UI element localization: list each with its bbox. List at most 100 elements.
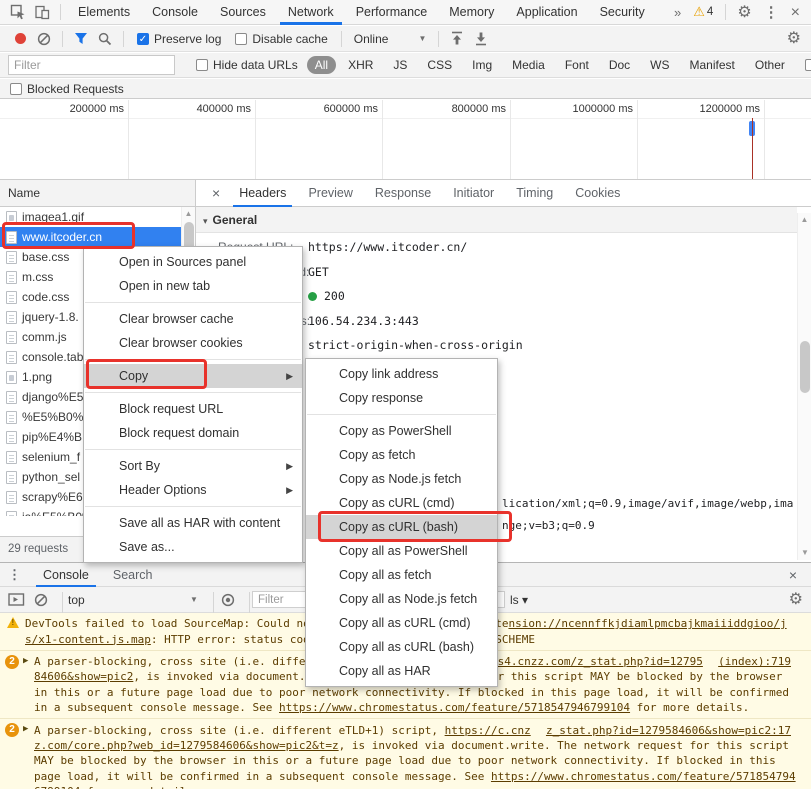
- general-section-header[interactable]: ▾General: [196, 207, 797, 233]
- details-tab-response[interactable]: Response: [364, 180, 442, 207]
- tab-elements[interactable]: Elements: [67, 0, 141, 25]
- tab-memory[interactable]: Memory: [438, 0, 505, 25]
- submenu-item-copy-all-as-fetch[interactable]: Copy all as fetch: [306, 563, 497, 587]
- submenu-item-copy-all-as-har[interactable]: Copy all as HAR: [306, 659, 497, 683]
- submenu-item-copy-as-node-js-fetch[interactable]: Copy as Node.js fetch: [306, 467, 497, 491]
- menu-item-open-in-new-tab[interactable]: Open in new tab: [84, 274, 302, 298]
- settings-gear-icon[interactable]: ⚙: [732, 5, 756, 20]
- drawer-tab-search[interactable]: Search: [101, 563, 165, 587]
- filter-funnel-icon[interactable]: [69, 28, 93, 50]
- message-link[interactable]: https://c.cnz: [445, 724, 531, 737]
- submenu-item-copy-all-as-curl-cmd[interactable]: Copy all as cURL (cmd): [306, 611, 497, 635]
- message-link[interactable]: s/x1-content.js.map: [25, 633, 151, 646]
- type-pill-font[interactable]: Font: [557, 56, 597, 74]
- log-levels-dropdown[interactable]: ls ▾: [510, 587, 528, 612]
- tab-security[interactable]: Security: [589, 0, 656, 25]
- hide-data-urls-checkbox[interactable]: Hide data URLs: [196, 58, 298, 72]
- type-pill-manifest[interactable]: Manifest: [682, 56, 743, 74]
- console-sidebar-icon[interactable]: [8, 587, 25, 612]
- clear-network-log-icon[interactable]: [32, 28, 56, 50]
- network-settings-gear-icon[interactable]: ⚙: [787, 31, 811, 46]
- execution-context-dropdown[interactable]: top: [68, 587, 85, 612]
- message-link[interactable]: nsion://ncennffkjdiamlpmcbajkmaiiiddgioo…: [508, 617, 786, 630]
- type-pill-ws[interactable]: WS: [642, 56, 677, 74]
- menu-item-clear-browser-cookies[interactable]: Clear browser cookies: [84, 331, 302, 355]
- device-toolbar-icon[interactable]: [30, 1, 54, 23]
- menu-item-sort-by[interactable]: Sort By▶: [84, 454, 302, 478]
- details-tab-initiator[interactable]: Initiator: [442, 180, 505, 207]
- submenu-item-copy-link-address[interactable]: Copy link address: [306, 362, 497, 386]
- clear-console-icon[interactable]: [34, 587, 48, 612]
- inspect-element-icon[interactable]: [6, 1, 30, 23]
- submenu-item-copy-all-as-node-js-fetch[interactable]: Copy all as Node.js fetch: [306, 587, 497, 611]
- expand-caret-icon[interactable]: ▶: [23, 724, 28, 734]
- tab-sources[interactable]: Sources: [209, 0, 277, 25]
- scrollbar-thumb[interactable]: [800, 341, 810, 393]
- close-drawer-icon[interactable]: ×: [789, 567, 811, 583]
- type-pill-doc[interactable]: Doc: [601, 56, 638, 74]
- has-blocked-cookies-checkbox[interactable]: Has blocked cookies: [805, 58, 811, 72]
- menu-item-block-request-domain[interactable]: Block request domain: [84, 421, 302, 445]
- source-location-link[interactable]: (index):719: [718, 655, 791, 668]
- scroll-up-icon[interactable]: ▲: [798, 213, 811, 227]
- menu-item-block-request-url[interactable]: Block request URL: [84, 397, 302, 421]
- message-link[interactable]: https://www.chromestatus.com/feature/571…: [279, 701, 630, 714]
- close-devtools-icon[interactable]: ×: [786, 5, 805, 20]
- issues-badge[interactable]: ⚠ 4: [693, 4, 713, 20]
- drawer-menu-icon[interactable]: ⋮: [8, 567, 21, 583]
- more-options-icon[interactable]: ⋮: [757, 5, 786, 20]
- close-details-icon[interactable]: ×: [204, 185, 228, 201]
- tab-application[interactable]: Application: [505, 0, 588, 25]
- drawer-tab-console[interactable]: Console: [31, 563, 101, 587]
- scroll-down-icon[interactable]: ▼: [798, 546, 811, 560]
- details-tab-timing[interactable]: Timing: [505, 180, 564, 207]
- scroll-up-icon[interactable]: ▲: [182, 207, 195, 221]
- details-tab-preview[interactable]: Preview: [297, 180, 363, 207]
- submenu-item-copy-all-as-powershell[interactable]: Copy all as PowerShell: [306, 539, 497, 563]
- throttling-dropdown[interactable]: Online ▼: [354, 32, 427, 46]
- type-pill-js[interactable]: JS: [385, 56, 415, 74]
- blocked-requests-checkbox[interactable]: Blocked Requests: [10, 82, 124, 96]
- preserve-log-checkbox[interactable]: ✓ Preserve log: [137, 32, 221, 46]
- message-link[interactable]: 84606&show=pic2: [34, 670, 133, 683]
- type-pill-other[interactable]: Other: [747, 56, 793, 74]
- menu-item-clear-browser-cache[interactable]: Clear browser cache: [84, 307, 302, 331]
- submenu-item-copy-as-powershell[interactable]: Copy as PowerShell: [306, 419, 497, 443]
- network-overview-timeline[interactable]: 200000 ms400000 ms600000 ms800000 ms1000…: [0, 100, 811, 180]
- message-link[interactable]: 6799104: [34, 785, 80, 789]
- submenu-item-copy-all-as-curl-bash[interactable]: Copy all as cURL (bash): [306, 635, 497, 659]
- details-tab-cookies[interactable]: Cookies: [564, 180, 631, 207]
- message-link[interactable]: z.com/core.php?web_id=1279584606&show=pi…: [34, 739, 339, 752]
- record-network-log-icon[interactable]: [8, 28, 32, 50]
- console-settings-gear-icon[interactable]: ⚙: [789, 587, 803, 612]
- submenu-item-copy-as-fetch[interactable]: Copy as fetch: [306, 443, 497, 467]
- details-scrollbar[interactable]: ▲ ▼: [797, 213, 811, 560]
- source-location-link[interactable]: z_stat.php?id=1279584606&show=pic2:17: [546, 724, 791, 737]
- menu-item-open-in-sources-panel[interactable]: Open in Sources panel: [84, 250, 302, 274]
- name-column-header[interactable]: Name: [0, 180, 195, 207]
- type-pill-all[interactable]: All: [307, 56, 336, 74]
- network-filter-input[interactable]: [8, 55, 175, 75]
- disable-cache-checkbox[interactable]: Disable cache: [235, 32, 327, 46]
- message-link[interactable]: https://www.chromestatus.com/feature/571…: [491, 770, 796, 783]
- request-name: scrapy%E6: [22, 490, 83, 504]
- menu-item-header-options[interactable]: Header Options▶: [84, 478, 302, 502]
- tab-performance[interactable]: Performance: [345, 0, 439, 25]
- type-pill-xhr[interactable]: XHR: [340, 56, 381, 74]
- type-pill-img[interactable]: Img: [464, 56, 500, 74]
- import-har-icon[interactable]: [445, 28, 469, 50]
- search-icon[interactable]: [93, 28, 117, 50]
- type-pill-media[interactable]: Media: [504, 56, 553, 74]
- details-tab-headers[interactable]: Headers: [228, 180, 297, 207]
- more-tabs-icon[interactable]: »: [668, 5, 687, 20]
- type-pill-css[interactable]: CSS: [419, 56, 460, 74]
- menu-item-save-all-as-har-with-content[interactable]: Save all as HAR with content: [84, 511, 302, 535]
- tab-console[interactable]: Console: [141, 0, 209, 25]
- expand-caret-icon[interactable]: ▶: [23, 656, 28, 666]
- submenu-item-copy-response[interactable]: Copy response: [306, 386, 497, 410]
- request-header-fragment: lication/xml;q=0.9,image/avif,image/webp…: [502, 497, 793, 510]
- menu-item-save-as[interactable]: Save as...: [84, 535, 302, 559]
- live-expression-eye-icon[interactable]: [220, 587, 236, 612]
- tab-network[interactable]: Network: [277, 0, 345, 25]
- export-har-icon[interactable]: [469, 28, 493, 50]
